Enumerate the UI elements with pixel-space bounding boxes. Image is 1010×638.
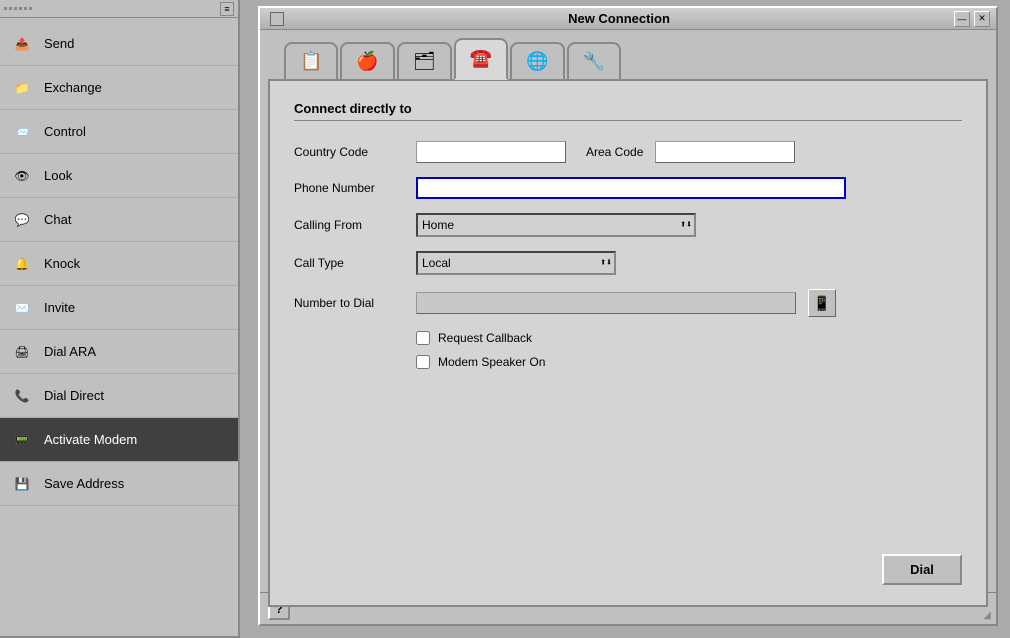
tab-wrench-icon: 🔧 xyxy=(583,51,605,72)
calling-from-select[interactable]: Home Office Mobile Other xyxy=(416,213,696,237)
phone-number-input[interactable] xyxy=(416,177,846,199)
sidebar-label-invite: Invite xyxy=(44,300,75,315)
number-to-dial-label: Number to Dial xyxy=(294,296,404,310)
tab-globe-icon: 🌐 xyxy=(526,51,548,72)
resize-corner[interactable]: ◢ xyxy=(980,608,994,622)
window-titlebar: New Connection — ✕ xyxy=(260,8,996,30)
tab-phone-icon: ☎️ xyxy=(470,48,492,69)
sidebar-label-look: Look xyxy=(44,168,72,183)
sidebar-label-chat: Chat xyxy=(44,212,71,227)
phone-number-label: Phone Number xyxy=(294,181,404,195)
sidebar-icon-invite: ✉️ xyxy=(8,294,36,322)
sidebar: ≡ 📤 Send 📁 Exchange 📨 Control 👁 Look 💬 Chat 🔔 Knock… xyxy=(0,0,240,638)
main-window: New Connection — ✕ 📋 🍎 🗂 ☎️ 🌐 🔧 xyxy=(258,6,998,626)
country-code-label: Country Code xyxy=(294,145,404,159)
sidebar-item-exchange[interactable]: 📁 Exchange xyxy=(0,66,238,110)
number-to-dial-input[interactable] xyxy=(416,292,796,314)
window-close-button[interactable]: ✕ xyxy=(974,11,990,27)
sidebar-label-exchange: Exchange xyxy=(44,80,102,95)
call-type-label: Call Type xyxy=(294,256,404,270)
country-code-input[interactable] xyxy=(416,141,566,163)
sidebar-icon-dial-direct: 📞 xyxy=(8,382,36,410)
sidebar-label-dial-ara: Dial ARA xyxy=(44,344,96,359)
sidebar-label-knock: Knock xyxy=(44,256,80,271)
tab-wrench[interactable]: 🔧 xyxy=(567,42,621,80)
sidebar-item-control[interactable]: 📨 Control xyxy=(0,110,238,154)
calling-from-select-wrapper: Home Office Mobile Other xyxy=(416,213,696,237)
tab-apple-icon: 🍎 xyxy=(356,51,378,72)
sidebar-icon-save-address: 💾 xyxy=(8,470,36,498)
modem-speaker-row: Modem Speaker On xyxy=(416,355,962,369)
area-code-input[interactable] xyxy=(655,141,795,163)
window-zoom-button[interactable]: — xyxy=(954,11,970,27)
tab-phone[interactable]: ☎️ xyxy=(454,38,508,80)
sidebar-label-save-address: Save Address xyxy=(44,476,124,491)
tab-globe[interactable]: 🌐 xyxy=(510,42,564,80)
number-to-dial-icon-button[interactable]: 📱 xyxy=(808,289,836,317)
sidebar-title-dots xyxy=(4,7,104,10)
modem-speaker-label: Modem Speaker On xyxy=(438,355,545,369)
sidebar-item-look[interactable]: 👁 Look xyxy=(0,154,238,198)
tab-list[interactable]: 📋 xyxy=(284,42,338,80)
sidebar-icon-dial-ara: 🖨 xyxy=(8,338,36,366)
section-title: Connect directly to xyxy=(294,101,962,121)
sidebar-item-save-address[interactable]: 💾 Save Address xyxy=(0,462,238,506)
country-area-row: Country Code Area Code xyxy=(294,141,962,163)
window-collapse-button[interactable] xyxy=(270,12,284,26)
call-type-select[interactable]: Local Long Distance International xyxy=(416,251,616,275)
sidebar-icon-send: 📤 xyxy=(8,30,36,58)
sidebar-icon-activate-modem: 📟 xyxy=(8,426,36,454)
tab-bar: 📋 🍎 🗂 ☎️ 🌐 🔧 xyxy=(268,38,988,80)
sidebar-icon-look: 👁 xyxy=(8,162,36,190)
area-code-label: Area Code xyxy=(586,145,643,159)
call-type-row: Call Type Local Long Distance Internatio… xyxy=(294,251,962,275)
sidebar-item-knock[interactable]: 🔔 Knock xyxy=(0,242,238,286)
sidebar-item-chat[interactable]: 💬 Chat xyxy=(0,198,238,242)
number-to-dial-row: Number to Dial 📱 xyxy=(294,289,962,317)
sidebar-resize-handle[interactable]: ≡ xyxy=(220,2,234,16)
tab-content-phone: Connect directly to Country Code Area Co… xyxy=(268,79,988,607)
sidebar-label-control: Control xyxy=(44,124,86,139)
tab-apple[interactable]: 🍎 xyxy=(340,42,394,80)
request-callback-label: Request Callback xyxy=(438,331,532,345)
window-body: 📋 🍎 🗂 ☎️ 🌐 🔧 Connect directly to xyxy=(260,30,996,624)
request-callback-row: Request Callback xyxy=(416,331,962,345)
dial-button[interactable]: Dial xyxy=(882,554,962,585)
sidebar-icon-exchange: 📁 xyxy=(8,74,36,102)
tab-list-icon: 📋 xyxy=(300,51,322,72)
sidebar-item-activate-modem[interactable]: 📟 Activate Modem xyxy=(0,418,238,462)
sidebar-label-activate-modem: Activate Modem xyxy=(44,432,137,447)
modem-speaker-checkbox[interactable] xyxy=(416,355,430,369)
sidebar-icon-chat: 💬 xyxy=(8,206,36,234)
sidebar-item-invite[interactable]: ✉️ Invite xyxy=(0,286,238,330)
sidebar-label-send: Send xyxy=(44,36,74,51)
sidebar-items-list: 📤 Send 📁 Exchange 📨 Control 👁 Look 💬 Chat 🔔 Knock ✉️… xyxy=(0,18,238,510)
calling-from-row: Calling From Home Office Mobile Other xyxy=(294,213,962,237)
sidebar-item-send[interactable]: 📤 Send xyxy=(0,22,238,66)
sidebar-titlebar: ≡ xyxy=(0,0,238,18)
sidebar-item-dial-ara[interactable]: 🖨 Dial ARA xyxy=(0,330,238,374)
phone-number-row: Phone Number xyxy=(294,177,962,199)
request-callback-checkbox[interactable] xyxy=(416,331,430,345)
window-title: New Connection xyxy=(284,11,954,26)
call-type-select-wrapper: Local Long Distance International xyxy=(416,251,616,275)
sidebar-icon-knock: 🔔 xyxy=(8,250,36,278)
tab-tools-icon: 🗂 xyxy=(413,51,436,72)
sidebar-icon-control: 📨 xyxy=(8,118,36,146)
sidebar-item-dial-direct[interactable]: 📞 Dial Direct xyxy=(0,374,238,418)
tab-tools[interactable]: 🗂 xyxy=(397,42,452,80)
calling-from-label: Calling From xyxy=(294,218,404,232)
phone-small-icon: 📱 xyxy=(813,295,830,312)
sidebar-label-dial-direct: Dial Direct xyxy=(44,388,104,403)
window-controls: — ✕ xyxy=(954,11,990,27)
